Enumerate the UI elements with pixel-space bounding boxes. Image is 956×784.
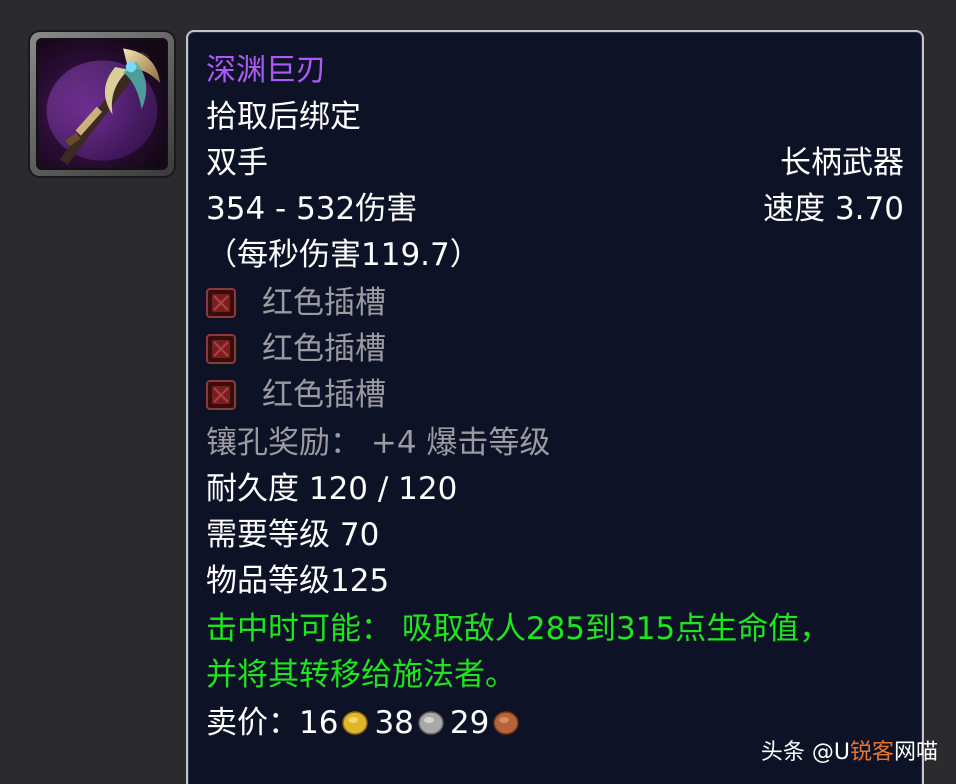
sell-gold-value: 16 — [299, 705, 339, 741]
item-level: 物品等级125 — [206, 563, 390, 599]
watermark-suffix: 网喵 — [893, 740, 938, 765]
socket-row: 红色插槽 — [206, 282, 904, 324]
watermark: 头条 @U锐客网喵 — [761, 740, 938, 766]
silver-coin-icon — [418, 711, 444, 735]
item-slot: 双手 — [206, 145, 268, 181]
copper-coin-icon — [493, 711, 520, 735]
socket-bonus: 镶孔奖励： +4 爆击等级 — [206, 425, 551, 461]
socket-label: 红色插槽 — [262, 377, 386, 413]
item-speed: 速度 3.70 — [763, 191, 904, 227]
item-type: 长柄武器 — [780, 145, 904, 181]
socket-label: 红色插槽 — [262, 331, 386, 367]
item-dps: （每秒伤害119.7） — [206, 237, 481, 273]
item-effect-line-1: 击中时可能： 吸取敌人285到315点生命值， — [206, 611, 831, 647]
gold-coin-icon — [342, 711, 369, 735]
item-tooltip: 深渊巨刃 拾取后绑定 双手 长柄武器 354 - 532伤害 速度 3.70 （… — [186, 30, 924, 784]
sell-price-row: 卖价：16 38 29 — [206, 702, 904, 744]
item-durability: 耐久度 120 / 120 — [206, 471, 458, 507]
sell-price-label: 卖价： — [206, 705, 299, 741]
red-socket-icon — [206, 334, 236, 364]
watermark-prefix: 头条 @U — [760, 740, 850, 765]
polearm-weapon-svg — [46, 48, 161, 165]
socket-row: 红色插槽 — [206, 374, 904, 416]
page: 深渊巨刃 拾取后绑定 双手 长柄武器 354 - 532伤害 速度 3.70 （… — [0, 0, 956, 784]
item-damage: 354 - 532伤害 — [206, 191, 418, 227]
polearm-weapon-icon — [36, 38, 168, 170]
item-damage-row: 354 - 532伤害 速度 3.70 — [206, 188, 904, 230]
socket-row: 红色插槽 — [206, 328, 904, 370]
red-socket-icon — [206, 380, 236, 410]
red-socket-icon — [206, 288, 236, 318]
socket-label: 红色插槽 — [262, 285, 386, 321]
sell-silver-value: 38 — [374, 705, 414, 741]
sell-copper-value: 29 — [449, 705, 490, 741]
item-icon-frame[interactable] — [30, 32, 174, 176]
item-name: 深渊巨刃 — [206, 53, 326, 88]
item-required-level: 需要等级 70 — [206, 517, 380, 553]
item-slot-row: 双手 长柄武器 — [206, 142, 904, 184]
item-effect-line-2: 并将其转移给施法者。 — [206, 657, 516, 693]
watermark-accent: 锐客 — [849, 740, 894, 765]
item-binding: 拾取后绑定 — [206, 99, 361, 135]
